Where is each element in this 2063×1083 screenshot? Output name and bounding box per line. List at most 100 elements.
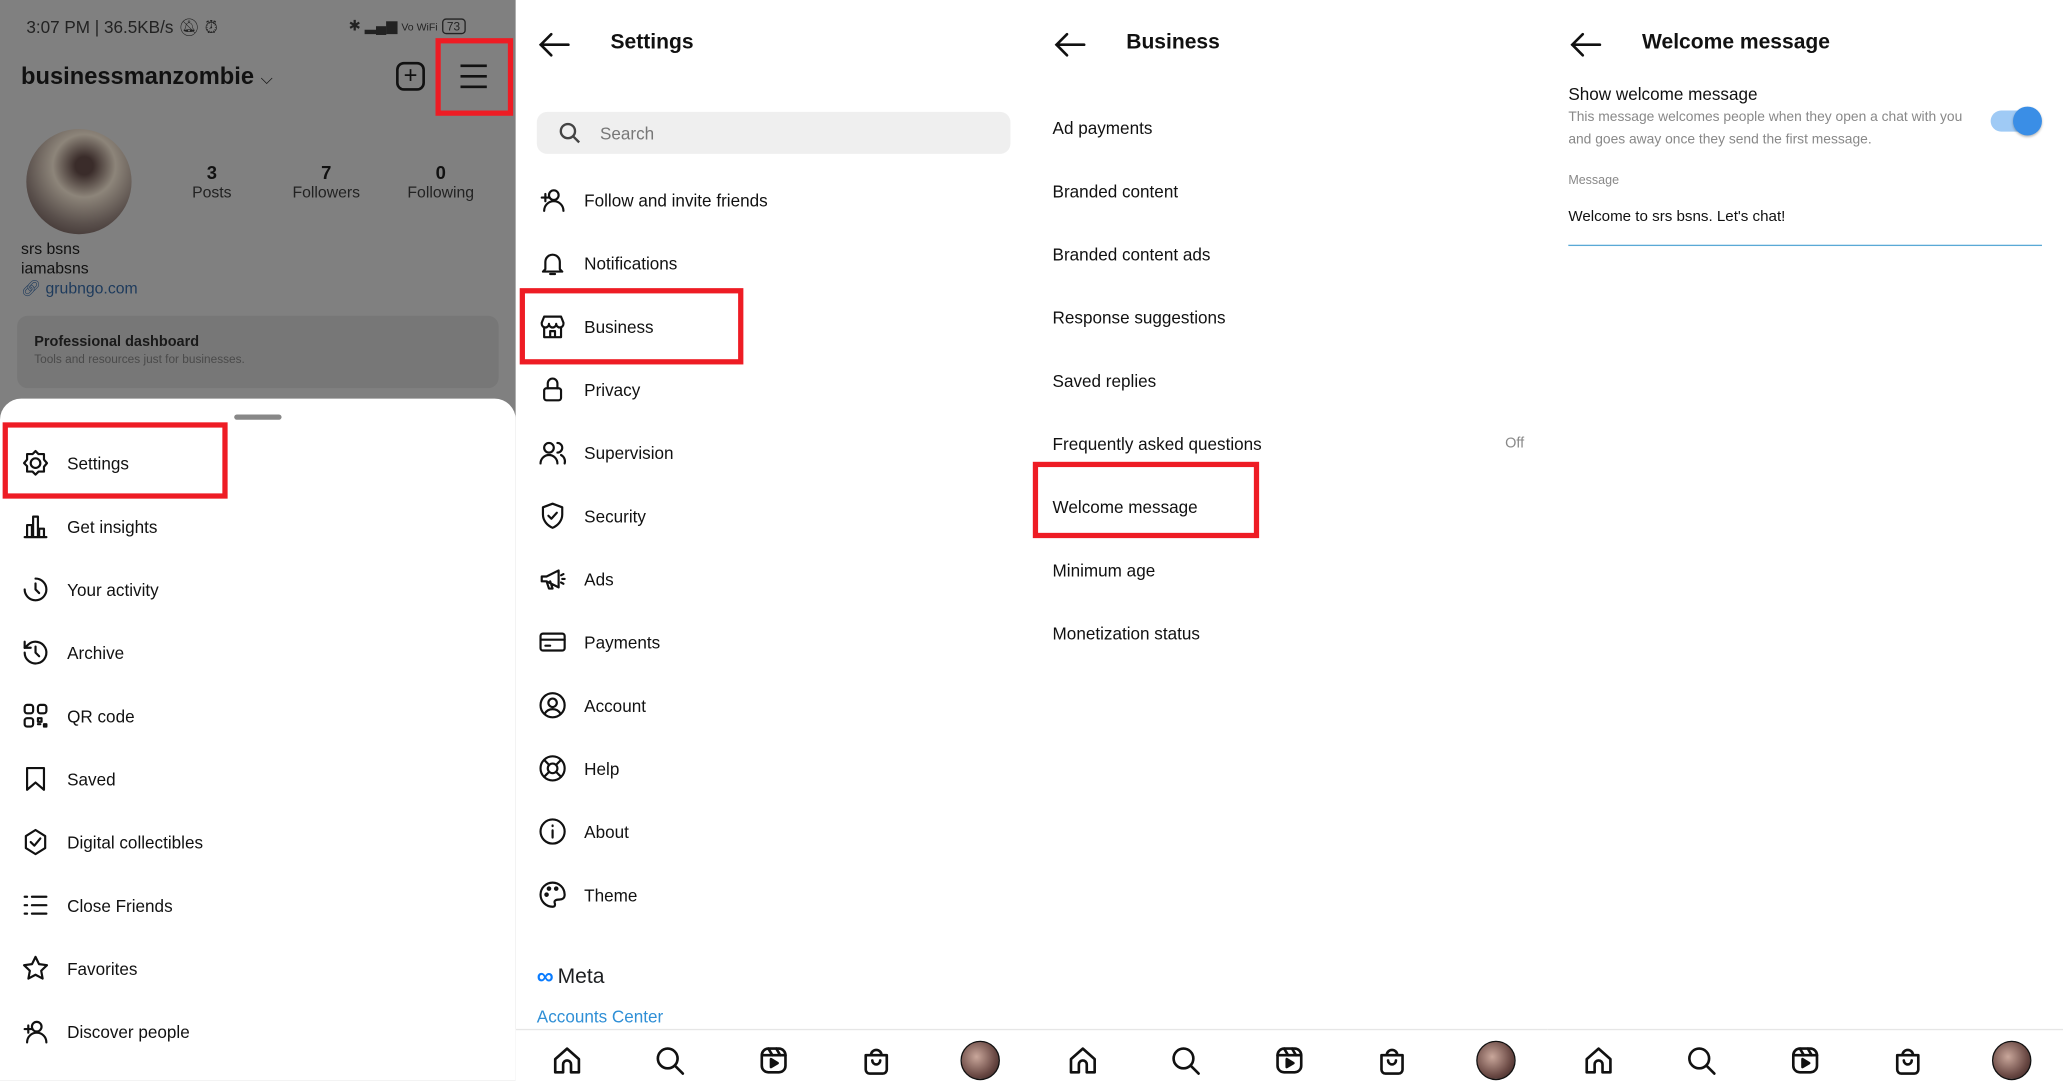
username-switcher[interactable]: businessmanzombie ⌵ xyxy=(21,63,273,91)
archive-icon xyxy=(20,637,52,669)
signal-icon: ✱ ▂▄▆ xyxy=(348,18,398,35)
people-icon xyxy=(537,437,569,469)
bottom-nav xyxy=(1547,1028,2063,1083)
menu-item-value: Off xyxy=(1505,435,1525,452)
menu-item-label: Theme xyxy=(584,884,638,905)
menu-item-close-friends[interactable]: Close Friends xyxy=(20,879,467,932)
menu-item-label: About xyxy=(584,821,629,842)
profile-bio: iamabsns xyxy=(21,259,89,278)
nav-search-icon[interactable] xyxy=(1685,1045,1717,1083)
welcome-message-toggle[interactable] xyxy=(1990,106,2042,136)
stat-posts[interactable]: 3 Posts xyxy=(166,162,258,201)
search-input[interactable]: Search xyxy=(536,111,1011,154)
nav-home-icon[interactable] xyxy=(1583,1045,1615,1083)
menu-item-account[interactable]: Account xyxy=(537,679,984,732)
meta-infinity-icon: ∞ xyxy=(536,963,554,990)
stat-followers[interactable]: 7 Followers xyxy=(280,162,372,201)
menu-item-label: Close Friends xyxy=(67,895,173,916)
menu-item-privacy[interactable]: Privacy xyxy=(537,363,984,416)
menu-item-about[interactable]: About xyxy=(537,805,984,858)
menu-item-branded-content-ads[interactable]: Branded content ads xyxy=(1053,228,1500,281)
nav-shop-icon[interactable] xyxy=(1892,1045,1924,1083)
meta-logo: ∞ Meta xyxy=(536,963,605,990)
menu-item-qr-code[interactable]: QR code xyxy=(20,689,467,742)
nav-home-icon[interactable] xyxy=(551,1045,583,1083)
page-title: Settings xyxy=(610,31,694,54)
menu-item-label: Archive xyxy=(67,642,125,663)
nav-reels-icon[interactable] xyxy=(1274,1045,1306,1083)
professional-dashboard[interactable]: Professional dashboard Tools and resourc… xyxy=(17,315,499,389)
message-input[interactable]: Welcome to srs bsns. Let's chat! xyxy=(1568,209,2042,247)
nav-profile-avatar[interactable] xyxy=(1991,1040,2032,1081)
back-arrow-icon[interactable] xyxy=(1053,32,1087,65)
back-arrow-icon[interactable] xyxy=(1568,32,1602,65)
menu-item-follow-and-invite-friends[interactable]: Follow and invite friends xyxy=(537,174,984,227)
menu-item-response-suggestions[interactable]: Response suggestions xyxy=(1053,291,1500,344)
create-plus-icon[interactable]: + xyxy=(396,61,425,91)
nav-profile-avatar[interactable] xyxy=(1476,1040,1516,1081)
menu-item-your-activity[interactable]: Your activity xyxy=(20,563,467,616)
nav-profile-avatar[interactable] xyxy=(960,1040,1000,1081)
menu-item-label: Notifications xyxy=(584,253,678,274)
megaphone-icon xyxy=(537,563,569,595)
network-label: Vo WiFi xyxy=(401,21,438,33)
toggle-description: This message welcomes people when they o… xyxy=(1568,109,1963,148)
message-field-label: Message xyxy=(1568,173,1620,189)
nav-reels-icon[interactable] xyxy=(758,1045,790,1083)
menu-item-get-insights[interactable]: Get insights xyxy=(20,500,467,553)
menu-item-archive[interactable]: Archive xyxy=(20,626,467,679)
menu-item-label: Monetization status xyxy=(1052,622,1200,643)
menu-item-notifications[interactable]: Notifications xyxy=(537,237,984,290)
menu-item-ads[interactable]: Ads xyxy=(537,553,984,606)
bottom-nav xyxy=(1031,1028,1548,1083)
menu-item-label: Privacy xyxy=(584,379,641,400)
menu-item-saved[interactable]: Saved xyxy=(20,753,467,806)
menu-item-ad-payments[interactable]: Ad payments xyxy=(1053,101,1500,154)
nav-search-icon[interactable] xyxy=(654,1045,686,1083)
nav-home-icon[interactable] xyxy=(1067,1045,1099,1083)
nav-shop-icon[interactable] xyxy=(860,1045,892,1083)
menu-item-discover-people[interactable]: Discover people xyxy=(20,1005,467,1058)
highlight-box xyxy=(1032,461,1260,539)
menu-item-label: Account xyxy=(584,695,646,716)
menu-item-label: Branded content ads xyxy=(1052,244,1211,264)
accounts-center-link[interactable]: Accounts Center xyxy=(537,1007,663,1027)
qr-icon xyxy=(20,700,52,732)
menu-item-payments[interactable]: Payments xyxy=(537,616,984,669)
menu-item-digital-collectibles[interactable]: Digital collectibles xyxy=(20,816,467,869)
menu-item-label: Ads xyxy=(584,569,614,589)
menu-item-saved-replies[interactable]: Saved replies xyxy=(1053,354,1500,407)
menu-item-label: QR code xyxy=(67,705,135,726)
menu-item-branded-content[interactable]: Branded content xyxy=(1053,164,1500,217)
list-icon xyxy=(20,889,52,921)
bottom-nav xyxy=(515,1028,1032,1083)
account-icon xyxy=(537,689,569,721)
collectibles-icon xyxy=(20,826,52,858)
highlight-box xyxy=(435,38,514,116)
menu-item-help[interactable]: Help xyxy=(537,742,984,795)
nav-reels-icon[interactable] xyxy=(1789,1045,1821,1083)
info-icon xyxy=(537,816,569,848)
menu-item-label: Security xyxy=(584,505,646,526)
profile-link[interactable]: 🔗︎ grubngo.com xyxy=(21,279,138,297)
sheet-drag-handle[interactable] xyxy=(234,414,282,420)
menu-item-favorites[interactable]: Favorites xyxy=(20,942,467,995)
menu-item-supervision[interactable]: Supervision xyxy=(537,426,984,479)
profile-panel: 3:07 PM | 36.5KB/s 🔕︎ ⏰︎ ✱ ▂▄▆ Vo WiFi 7… xyxy=(0,0,516,1081)
menu-item-label: Ad payments xyxy=(1052,117,1153,138)
nav-shop-icon[interactable] xyxy=(1376,1045,1408,1083)
menu-item-monetization-status[interactable]: Monetization status xyxy=(1053,607,1500,660)
menu-item-minimum-age[interactable]: Minimum age xyxy=(1053,543,1500,596)
nav-search-icon[interactable] xyxy=(1170,1045,1202,1083)
add-person-icon xyxy=(20,1016,52,1048)
back-arrow-icon[interactable] xyxy=(537,32,571,65)
menu-item-security[interactable]: Security xyxy=(537,489,984,542)
menu-item-theme[interactable]: Theme xyxy=(537,868,984,921)
shield-icon xyxy=(537,500,569,532)
menu-item-label: Follow and invite friends xyxy=(584,190,768,210)
menu-item-label: Minimum age xyxy=(1052,559,1156,580)
profile-avatar[interactable] xyxy=(26,128,132,235)
stat-following[interactable]: 0 Following xyxy=(395,162,487,201)
menu-item-label: Digital collectibles xyxy=(67,832,204,852)
battery-icon: 73 xyxy=(441,18,466,35)
